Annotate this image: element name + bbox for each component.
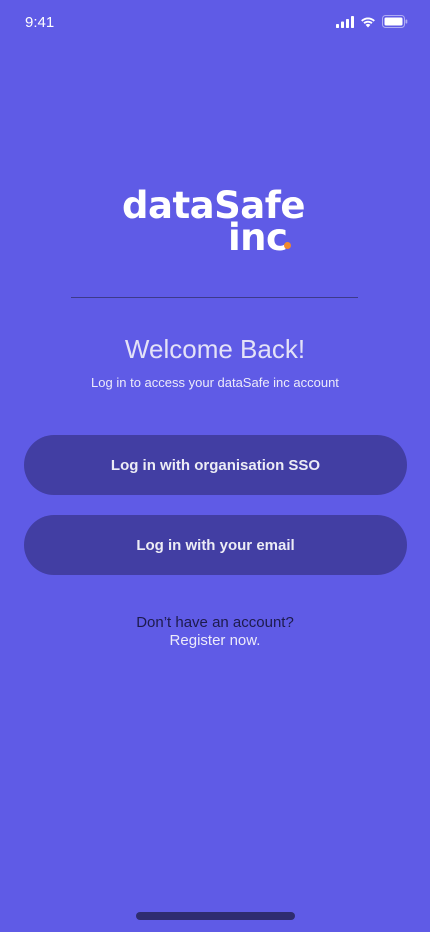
signal-icon bbox=[336, 15, 354, 28]
sso-login-button[interactable]: Log in with organisation SSO bbox=[24, 435, 407, 495]
datasafe-logo: dataSafe inc bbox=[0, 182, 430, 259]
email-login-button[interactable]: Log in with your email bbox=[24, 515, 407, 575]
register-link[interactable]: Register now. bbox=[0, 632, 430, 649]
logo-dot bbox=[284, 242, 291, 249]
battery-icon bbox=[382, 15, 408, 28]
status-bar: 9:41 bbox=[0, 0, 430, 46]
welcome-title: Welcome Back! bbox=[124, 334, 306, 364]
divider bbox=[71, 297, 358, 298]
register-prompt: Don’t have an account? bbox=[136, 614, 294, 631]
status-time: 9:41 bbox=[25, 14, 55, 31]
email-login-label: Log in with your email bbox=[136, 536, 295, 554]
status-icons bbox=[336, 15, 408, 28]
welcome-subtitle: Log in to access your dataSafe inc accou… bbox=[91, 375, 339, 390]
home-indicator bbox=[136, 912, 295, 920]
wifi-icon bbox=[361, 16, 375, 27]
sso-login-label: Log in with organisation SSO bbox=[110, 456, 321, 474]
logo-text-secondary: inc bbox=[228, 216, 288, 259]
